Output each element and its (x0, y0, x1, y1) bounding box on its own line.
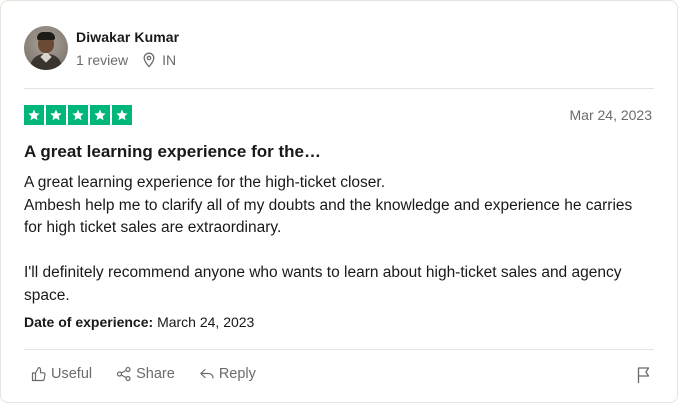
experience-date: March 24, 2023 (157, 314, 255, 330)
star-icon (112, 105, 132, 125)
flag-icon[interactable] (636, 366, 652, 384)
date-of-experience: Date of experience: March 24, 2023 (24, 314, 254, 330)
avatar[interactable] (24, 26, 68, 70)
review-body-line: I'll definitely recommend anyone who wan… (24, 264, 622, 304)
useful-label: Useful (51, 366, 93, 382)
reply-button[interactable]: Reply (199, 366, 256, 382)
reviewer-meta: 1 review IN (76, 52, 179, 68)
reviewer-info: Diwakar Kumar 1 review IN (76, 28, 179, 68)
share-label: Share (136, 366, 175, 382)
review-actions: Useful Share Reply (31, 366, 280, 382)
useful-button[interactable]: Useful (31, 366, 92, 382)
star-icon (90, 105, 110, 125)
reviewer-location: IN (142, 52, 176, 68)
share-button[interactable]: Share (116, 366, 175, 382)
country-code: IN (162, 52, 177, 68)
share-icon (117, 366, 131, 382)
review-body-line: A great learning experience for the high… (24, 174, 386, 191)
review-date: Mar 24, 2023 (569, 107, 653, 123)
review-count: 1 review (76, 52, 129, 68)
reply-icon (200, 368, 214, 379)
star-icon (46, 105, 66, 125)
star-icon (24, 105, 44, 125)
star-icon (68, 105, 88, 125)
reviewer-header: Diwakar Kumar 1 review IN (24, 26, 179, 70)
review-title[interactable]: A great learning experience for the… (24, 142, 321, 162)
reply-label: Reply (218, 366, 256, 382)
review-body-line: Ambesh help me to clarify all of my doub… (24, 196, 633, 237)
review-card: Diwakar Kumar 1 review IN Mar 24, 2023 A… (0, 0, 678, 403)
star-rating (24, 105, 132, 125)
reviewer-name[interactable]: Diwakar Kumar (76, 28, 179, 46)
location-pin-icon (143, 52, 155, 68)
actions-divider (24, 349, 654, 350)
review-body: A great learning experience for the high… (24, 172, 644, 307)
thumbs-up-icon (31, 366, 46, 382)
header-divider (24, 88, 654, 89)
experience-label: Date of experience: (24, 314, 154, 330)
